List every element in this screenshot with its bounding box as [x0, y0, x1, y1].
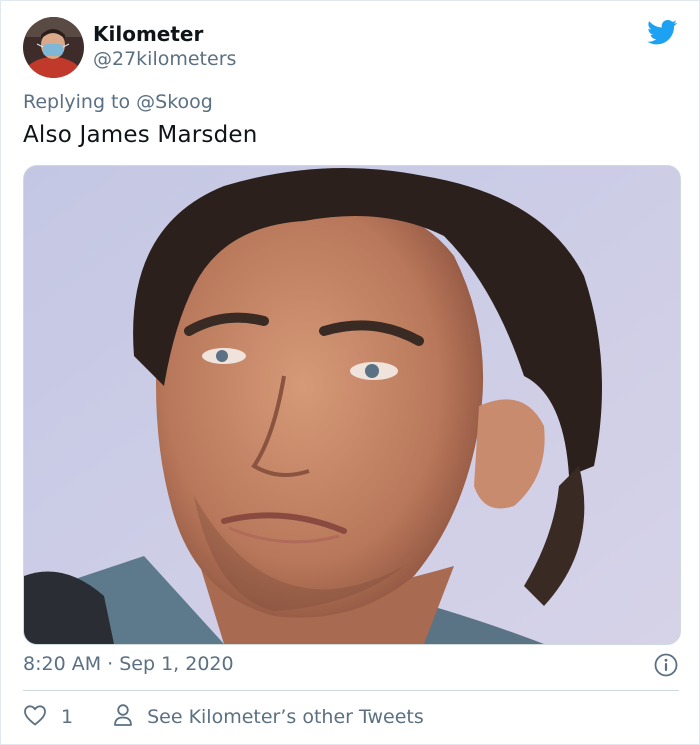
- reply-mention-link[interactable]: @Skoog: [136, 91, 213, 113]
- reply-context: Replying to @Skoog: [23, 91, 213, 113]
- see-other-tweets-label: See Kilometer’s other Tweets: [147, 706, 424, 728]
- reply-prefix: Replying to: [23, 91, 137, 113]
- tweet-photo[interactable]: [23, 165, 681, 645]
- twitter-bird-icon[interactable]: [646, 17, 679, 47]
- user-handle[interactable]: @27kilometers: [93, 48, 236, 70]
- avatar[interactable]: [23, 17, 84, 78]
- see-other-tweets-link[interactable]: See Kilometer’s other Tweets: [113, 703, 424, 732]
- display-name[interactable]: Kilometer: [93, 22, 203, 46]
- like-button[interactable]: 1: [23, 704, 73, 731]
- info-icon[interactable]: [654, 653, 678, 677]
- tweet-actions: 1 See Kilometer’s other Tweets: [23, 703, 424, 731]
- tweet-timestamp[interactable]: 8:20 AM · Sep 1, 2020: [23, 653, 234, 675]
- divider: [23, 690, 679, 691]
- heart-icon: [23, 704, 47, 731]
- person-icon: [113, 703, 133, 732]
- tweet-text: Also James Marsden: [23, 122, 258, 148]
- like-count: 1: [61, 706, 74, 728]
- tweet-card: Kilometer @27kilometers Replying to @Sko…: [0, 0, 700, 745]
